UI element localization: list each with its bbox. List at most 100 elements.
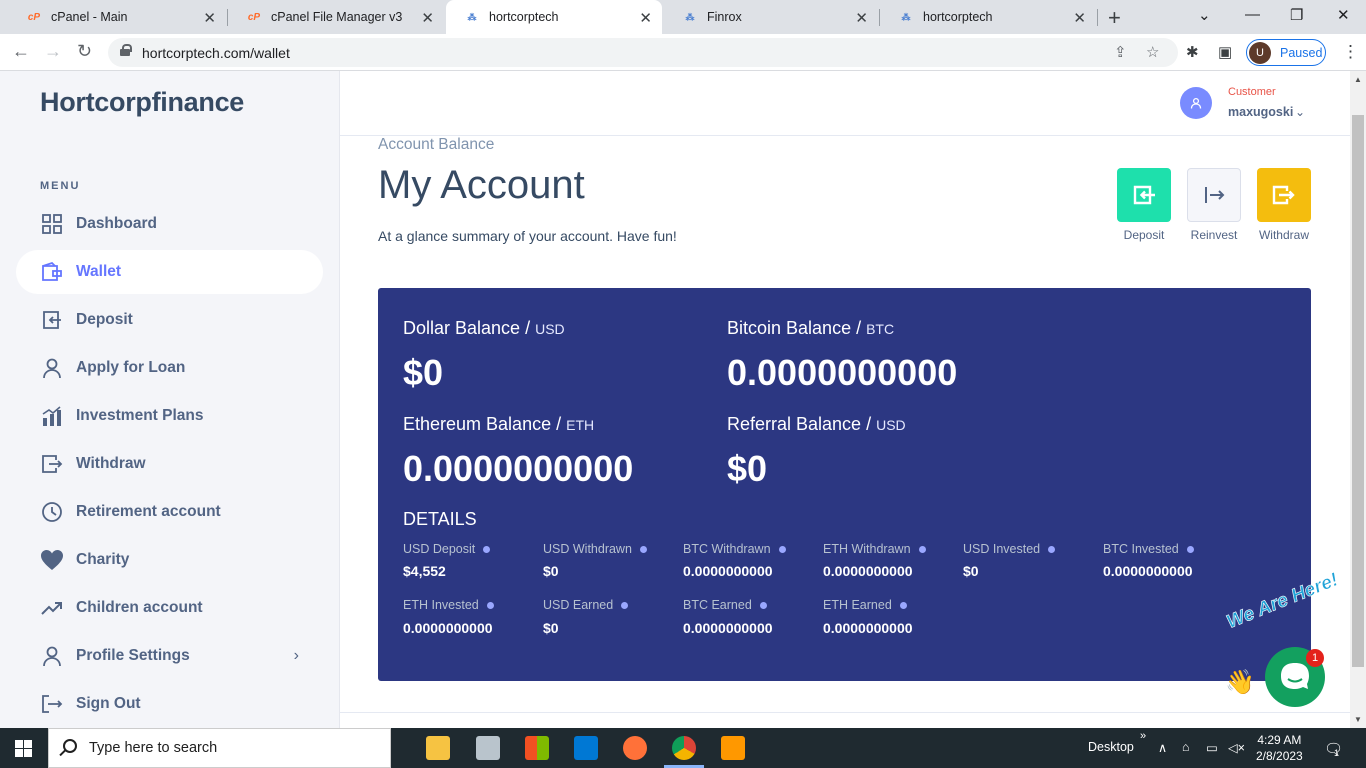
sidebar-item-label: Withdraw bbox=[76, 455, 146, 472]
user-role: Customer bbox=[1228, 86, 1276, 98]
detail-value: $0 bbox=[963, 563, 979, 579]
sidebar-item-withdraw[interactable]: Withdraw bbox=[16, 442, 323, 486]
sidebar-item-label: Sign Out bbox=[76, 695, 141, 712]
browser-tab[interactable]: ⁂ hortcorptech ✕ bbox=[880, 0, 1096, 34]
sidebar-item-investment-plans[interactable]: Investment Plans bbox=[16, 394, 323, 438]
sidebar-item-label: Retirement account bbox=[76, 503, 221, 520]
profile-button[interactable]: U Paused bbox=[1246, 39, 1326, 66]
site-icon: ⁂ bbox=[901, 11, 911, 22]
info-dot-icon[interactable] bbox=[1186, 546, 1194, 554]
cpanel-icon: cP bbox=[247, 11, 261, 23]
info-dot-icon[interactable] bbox=[759, 602, 767, 610]
new-tab-icon[interactable]: + bbox=[1108, 5, 1121, 31]
sidebar-item-apply-for-loan[interactable]: Apply for Loan bbox=[16, 346, 323, 390]
user-avatar[interactable] bbox=[1180, 87, 1212, 119]
bitcoin-balance-label: Bitcoin Balance / BTC bbox=[727, 318, 895, 338]
browser-tab-active[interactable]: ⁂ hortcorptech ✕ bbox=[446, 0, 662, 34]
forward-icon[interactable]: → bbox=[44, 41, 62, 62]
withdraw-icon bbox=[40, 452, 64, 476]
battery-icon[interactable]: ▭ bbox=[1206, 740, 1218, 755]
sidebar-item-dashboard[interactable]: Dashboard bbox=[16, 202, 323, 246]
browser-tab[interactable]: cP cPanel - Main ✕ bbox=[8, 0, 226, 34]
chevron-double-right-icon[interactable]: » bbox=[1140, 730, 1146, 742]
ethereum-balance-value: 0.0000000000 bbox=[403, 448, 634, 489]
sidebar-item-label: Children account bbox=[76, 599, 203, 616]
menu-kebab-icon[interactable]: ⋮ bbox=[1342, 42, 1359, 62]
url-text[interactable]: hortcorptech.com/wallet bbox=[142, 45, 290, 61]
main-content: Customer maxugoski ⌄ Account Balance My … bbox=[340, 71, 1350, 728]
side-panel-icon[interactable]: ▣ bbox=[1218, 43, 1232, 61]
info-dot-icon[interactable] bbox=[621, 602, 629, 610]
close-icon[interactable]: ✕ bbox=[639, 9, 652, 27]
chrome-icon[interactable] bbox=[672, 736, 696, 760]
browser-tab[interactable]: cP cPanel File Manager v3 ✕ bbox=[228, 0, 444, 34]
close-icon[interactable]: ✕ bbox=[1073, 9, 1086, 27]
sidebar-item-sign-out[interactable]: Sign Out bbox=[16, 682, 323, 726]
share-icon[interactable]: ⇪ bbox=[1114, 43, 1127, 61]
info-dot-icon[interactable] bbox=[639, 546, 647, 554]
desktop-toolbar-label[interactable]: Desktop bbox=[1088, 740, 1134, 754]
info-dot-icon[interactable] bbox=[486, 602, 494, 610]
mail-icon[interactable] bbox=[574, 736, 598, 760]
bookmark-star-icon[interactable]: ☆ bbox=[1146, 43, 1159, 61]
extensions-icon[interactable]: ✱ bbox=[1186, 43, 1199, 61]
tab-title: Finrox bbox=[707, 10, 742, 24]
reload-icon[interactable]: ↻ bbox=[77, 41, 92, 62]
scroll-down-icon[interactable]: ▼ bbox=[1354, 715, 1362, 724]
sidebar-item-wallet[interactable]: Wallet bbox=[16, 250, 323, 294]
volume-muted-icon[interactable]: ◁× bbox=[1228, 740, 1245, 755]
tab-search-icon[interactable]: ⌄ bbox=[1198, 6, 1211, 24]
tab-title: cPanel - Main bbox=[51, 10, 128, 24]
sidebar: Hortcorpfinance MENU Dashboard Wallet De… bbox=[0, 71, 340, 728]
taskbar-search[interactable]: Type here to search bbox=[48, 728, 391, 768]
info-dot-icon[interactable] bbox=[483, 546, 491, 554]
scrollbar-thumb[interactable] bbox=[1352, 115, 1364, 667]
system-clock[interactable]: 4:29 AM 2/8/2023 bbox=[1256, 732, 1303, 764]
sidebar-item-charity[interactable]: Charity bbox=[16, 538, 323, 582]
info-dot-icon[interactable] bbox=[1048, 546, 1056, 554]
deposit-action-button[interactable] bbox=[1117, 168, 1171, 222]
scroll-up-icon[interactable]: ▲ bbox=[1354, 75, 1362, 84]
browser-tab[interactable]: ⁂ Finrox ✕ bbox=[664, 0, 878, 34]
firefox-icon[interactable] bbox=[623, 736, 647, 760]
referral-balance-label: Referral Balance / USD bbox=[727, 414, 906, 434]
control-panel-icon[interactable] bbox=[476, 736, 500, 760]
minimize-icon[interactable]: — bbox=[1245, 6, 1260, 23]
brand-logo[interactable]: Hortcorpfinance bbox=[40, 87, 244, 118]
maximize-icon[interactable]: ❐ bbox=[1290, 6, 1303, 24]
chevron-right-icon: › bbox=[293, 647, 299, 664]
info-dot-icon[interactable] bbox=[899, 602, 907, 610]
sidebar-item-children-account[interactable]: Children account bbox=[16, 586, 323, 630]
lock-icon bbox=[120, 44, 132, 56]
sidebar-item-deposit[interactable]: Deposit bbox=[16, 298, 323, 342]
close-icon[interactable]: ✕ bbox=[203, 9, 216, 27]
chevron-up-icon[interactable]: ∧ bbox=[1158, 740, 1167, 755]
file-explorer-icon[interactable] bbox=[426, 736, 450, 760]
close-window-icon[interactable]: ✕ bbox=[1337, 6, 1350, 24]
sidebar-item-label: Profile Settings bbox=[76, 647, 190, 664]
sidebar-item-label: Deposit bbox=[76, 311, 133, 328]
page-scrollbar[interactable]: ▲ ▼ bbox=[1350, 71, 1366, 728]
back-icon[interactable]: ← bbox=[12, 41, 30, 62]
address-bar[interactable]: hortcorptech.com/wallet ⇪ ☆ bbox=[108, 38, 1178, 67]
detail-label: USD Earned bbox=[543, 598, 629, 612]
withdraw-action-button[interactable] bbox=[1257, 168, 1311, 222]
bitcoin-balance-value: 0.0000000000 bbox=[727, 352, 958, 393]
user-name[interactable]: maxugoski bbox=[1228, 105, 1293, 119]
detail-label: BTC Invested bbox=[1103, 542, 1194, 556]
chevron-down-icon[interactable]: ⌄ bbox=[1295, 105, 1305, 119]
close-icon[interactable]: ✕ bbox=[855, 9, 868, 27]
sidebar-item-retirement-account[interactable]: Retirement account bbox=[16, 490, 323, 534]
windows-start-icon[interactable] bbox=[15, 740, 32, 757]
sidebar-item-profile-settings[interactable]: Profile Settings › bbox=[16, 634, 323, 678]
detail-value: 0.0000000000 bbox=[823, 563, 913, 579]
microsoft-store-icon[interactable] bbox=[525, 736, 549, 760]
network-icon[interactable]: ⌂ bbox=[1182, 740, 1190, 754]
info-dot-icon[interactable] bbox=[778, 546, 786, 554]
reinvest-action-button[interactable] bbox=[1187, 168, 1241, 222]
reinvest-icon bbox=[1205, 187, 1225, 203]
close-icon[interactable]: ✕ bbox=[421, 9, 434, 27]
reinvest-action-label: Reinvest bbox=[1190, 228, 1238, 242]
sublime-text-icon[interactable] bbox=[721, 736, 745, 760]
info-dot-icon[interactable] bbox=[918, 546, 926, 554]
